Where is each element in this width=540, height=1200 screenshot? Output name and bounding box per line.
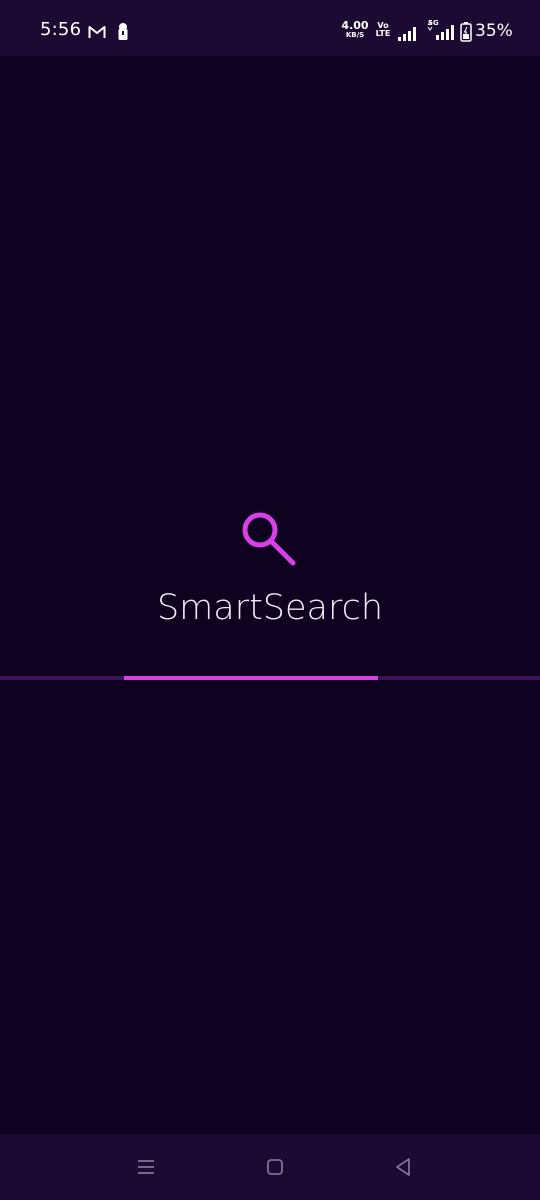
back-icon <box>396 1158 410 1176</box>
menu-icon <box>138 1160 154 1174</box>
search-icon <box>240 510 298 568</box>
battery-icon <box>460 22 472 46</box>
volte-bottom-label: LTE <box>375 29 391 38</box>
home-icon <box>267 1159 283 1175</box>
status-bar: 5:56 4.00 KB/S Vo LTE 5G 35% <box>0 0 540 56</box>
gmail-icon <box>88 24 106 43</box>
lock-icon <box>117 22 129 44</box>
signal-icon <box>398 26 418 45</box>
menu-button[interactable] <box>133 1154 159 1180</box>
home-button[interactable] <box>262 1154 288 1180</box>
volte-indicator: Vo LTE <box>372 22 394 38</box>
network-speed: 4.00 KB/S <box>340 20 370 39</box>
signal-5g-icon <box>426 21 458 45</box>
network-speed-unit: KB/S <box>345 31 365 39</box>
app-name: SmartSearch <box>156 588 384 628</box>
battery-percent: 35% <box>475 21 513 41</box>
network-speed-value: 4.00 <box>341 19 369 32</box>
loading-progress-bar <box>124 676 378 680</box>
status-time: 5:56 <box>40 19 82 40</box>
back-button[interactable] <box>390 1154 416 1180</box>
